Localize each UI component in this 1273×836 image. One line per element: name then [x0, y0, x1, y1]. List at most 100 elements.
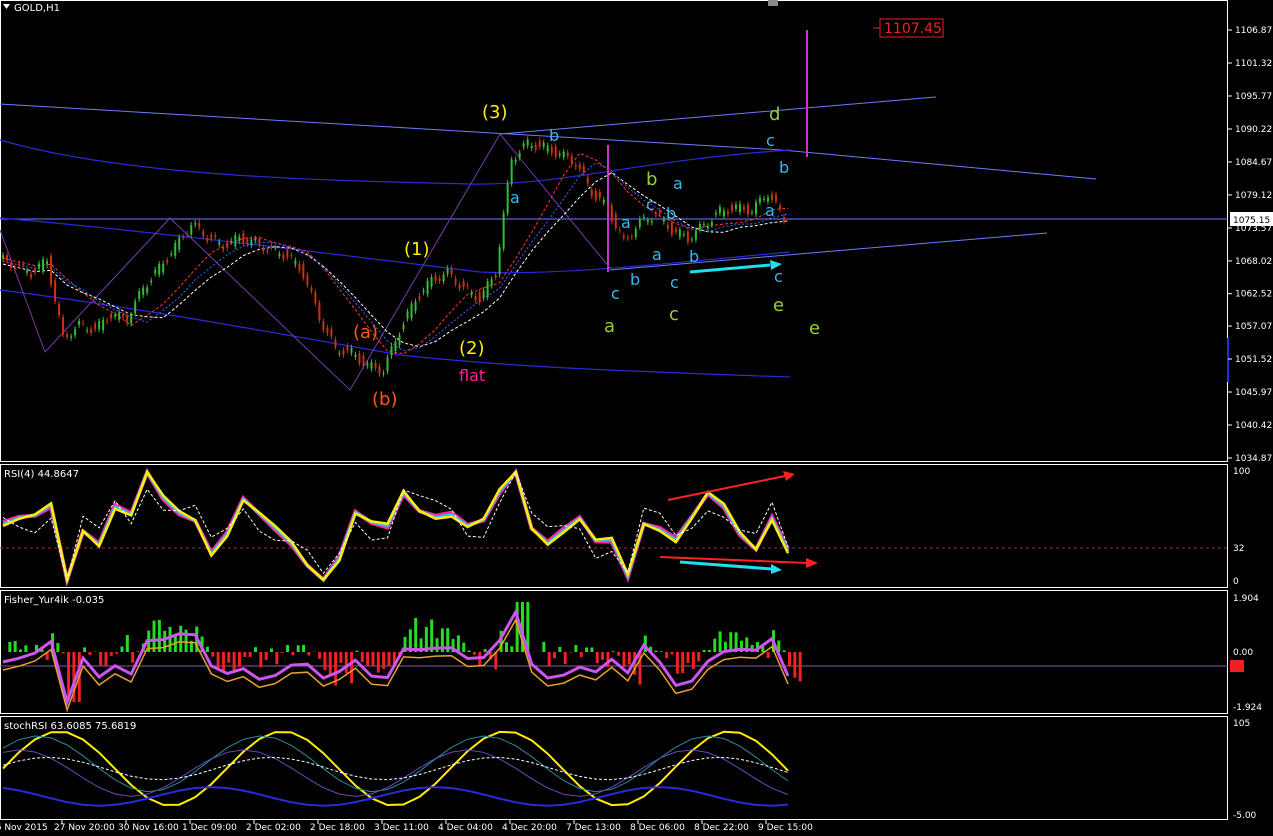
rsi-panel-frame [1, 465, 1228, 588]
wave-label-b-cyan-3: b [666, 204, 676, 223]
candle-body [378, 366, 380, 374]
candle-body [663, 219, 665, 222]
fisher-bar-up [120, 646, 123, 652]
candle-body [182, 237, 184, 238]
fisher-bar-down [371, 652, 374, 665]
fisher-bar-down [238, 652, 241, 667]
wave-label-a-cyan-5: a [765, 201, 775, 220]
candle-body [226, 242, 228, 248]
fisher-bar-up [542, 642, 545, 652]
fisher-bar-down [692, 652, 695, 669]
upper-trend-line[interactable] [0, 104, 782, 150]
candle-body [370, 362, 372, 368]
candle-body [711, 222, 713, 225]
candle-body [631, 236, 633, 237]
candle-body [166, 260, 168, 262]
scroll-marker-icon[interactable] [768, 0, 778, 6]
x-tick-label: 7 Dec 13:00 [566, 823, 621, 832]
candle-body [471, 292, 473, 295]
fisher-bar-down [548, 652, 551, 666]
fisher-bar-down [564, 652, 567, 664]
candle-body [6, 255, 8, 260]
candle-body [130, 315, 132, 323]
candle-body [298, 264, 300, 271]
candle-body [727, 212, 729, 215]
candle-body [747, 205, 749, 215]
fisher-bar-up [713, 639, 716, 652]
candle-body [38, 264, 40, 268]
fisher-bar-down [681, 652, 684, 673]
fisher-bar-up [153, 621, 156, 652]
fisher-bar-down [211, 652, 214, 657]
chart-canvas[interactable]: GOLD,H1 RSI(4) 44.8647 Fisher_Yur4ik -0.… [0, 0, 1273, 832]
fisher-bar-down [339, 652, 342, 663]
candle-body [106, 321, 108, 322]
candle-body [294, 261, 296, 265]
candle-body [194, 223, 196, 225]
fisher-bar-up [703, 650, 706, 652]
candle-body [278, 254, 280, 256]
candle-body [330, 329, 332, 337]
triangle-top-line[interactable] [500, 97, 936, 134]
candle-body [238, 237, 240, 241]
candle-body [382, 373, 384, 374]
candle-body [162, 264, 164, 273]
candle-body [266, 251, 268, 252]
candle-body [539, 140, 541, 146]
fisher-bar-up [558, 647, 561, 652]
candle-body [210, 235, 212, 239]
rsi-tick-100: 100 [1233, 467, 1250, 477]
rsi-red-arrow-top-head [783, 471, 795, 481]
candle-body [643, 217, 645, 218]
triangle-bottom-line[interactable] [610, 233, 1047, 270]
candle-body [10, 263, 12, 268]
candle-body [206, 238, 208, 241]
wave-label-b-cyan-1: b [549, 126, 559, 145]
candle-body [258, 239, 260, 245]
candle-body [14, 268, 16, 269]
candle-body [659, 211, 661, 214]
candle-body [439, 278, 441, 281]
candle-body [326, 328, 328, 333]
x-tick-label: 30 Nov 16:00 [118, 823, 179, 832]
fisher-bar-down [110, 652, 113, 656]
y-tick-label: 1106.87 [1235, 26, 1272, 36]
candle-body [218, 242, 220, 245]
candle-body [491, 279, 493, 286]
candle-body [527, 140, 529, 146]
candle-body [679, 230, 681, 237]
envelope-upper [0, 140, 790, 184]
fisher-bar-down [329, 652, 332, 674]
fisher-bar-down [793, 652, 796, 678]
candle-body [222, 247, 224, 250]
x-tick-label: 8 Dec 06:00 [630, 823, 685, 832]
fisher-tick-bottom: -1.924 [1233, 703, 1262, 713]
fisher-tick-zero: 0.00 [1233, 648, 1253, 658]
candle-body [779, 205, 781, 209]
candle-body [314, 292, 316, 303]
y-axis: 1106.871101.321095.771090.221084.671079.… [1228, 26, 1272, 464]
y-tick-label: 1057.07 [1235, 322, 1272, 332]
candle-body [134, 301, 136, 313]
rsi-divergence-arrows [660, 471, 818, 574]
fisher-bar-down [259, 652, 262, 667]
candle-body [515, 160, 517, 163]
fisher-bar-up [56, 643, 59, 652]
candle-body [94, 324, 96, 329]
fisher-bar-down [222, 652, 225, 672]
upper-trend-line-ext[interactable] [782, 150, 1096, 179]
candle-body [687, 232, 689, 242]
candle-body [242, 233, 244, 243]
stoch-line-yellow [3, 732, 788, 805]
fisher-bar-up [612, 651, 615, 652]
candle-body [535, 145, 537, 150]
fisher-bar-up [83, 647, 86, 652]
candle-body [571, 156, 573, 164]
fisher-y-axis: 1.904 0.00 -1.924 [1233, 594, 1262, 713]
fisher-bar-down [617, 652, 620, 656]
candle-body [306, 275, 308, 285]
candle-body [551, 147, 553, 153]
collapse-arrow-icon[interactable] [3, 4, 10, 9]
candle-body [286, 250, 288, 258]
fisher-bar-up [660, 651, 663, 652]
